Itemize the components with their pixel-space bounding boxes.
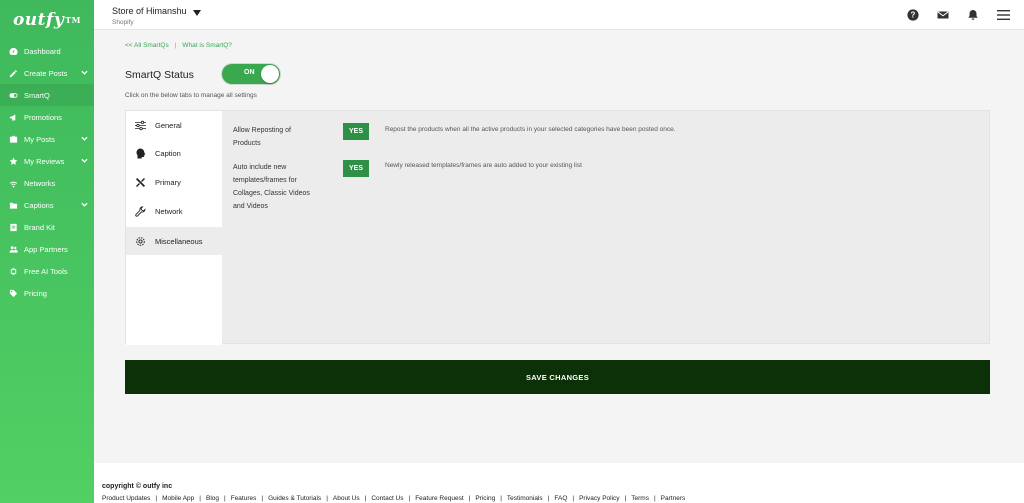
wifi-icon [8,178,18,188]
gear-icon [134,235,146,247]
save-changes-button[interactable]: SAVE CHANGES [125,360,990,394]
footer: copyright © outfy inc Product Updates | M… [94,463,1024,503]
mail-icon[interactable] [937,9,949,21]
toggle-knob [261,65,279,83]
sidebar-item-app-partners[interactable]: App Partners [0,238,94,260]
copyright: copyright © outfy inc [102,483,173,490]
sidebar-item-dashboard[interactable]: Dashboard [0,40,94,62]
sidebar-item-free-ai-tools[interactable]: Free AI Tools [0,260,94,282]
sidebar-item-promotions[interactable]: Promotions [0,106,94,128]
sidebar-item-smartq[interactable]: SmartQ [0,84,94,106]
sidebar-item-networks[interactable]: Networks [0,172,94,194]
footer-link-testimonials[interactable]: Testimonials [507,495,543,502]
footer-link-contact-us[interactable]: Contact Us [371,495,403,502]
option-label-auto-include: Auto include new templates/frames for Co… [233,164,310,210]
smartq-status-toggle[interactable]: ON [222,64,280,84]
chevron-down-icon[interactable] [81,201,88,208]
settings-panel: General Caption Primary Network Miscella… [125,110,990,345]
brand-kit-icon [8,222,18,232]
chevron-down-icon[interactable] [81,69,88,76]
sidebar-item-brand-kit[interactable]: Brand Kit [0,216,94,238]
footer-link-features[interactable]: Features [231,495,257,502]
briefcase-icon [8,134,18,144]
footer-link-blog[interactable]: Blog [206,495,219,502]
head-icon [134,147,146,159]
toggle-icon [8,90,18,100]
chevron-down-icon[interactable] [81,135,88,142]
tab-primary[interactable]: Primary [126,168,222,196]
top-icons: ? [907,9,1010,21]
footer-link-privacy-policy[interactable]: Privacy Policy [579,495,619,502]
chevron-down-icon[interactable] [81,157,88,164]
topbar: Store of Himanshu Shopify ? [94,0,1024,30]
sidebar-item-pricing[interactable]: Pricing [0,282,94,304]
auto-include-yes-button[interactable]: YES [343,160,369,177]
sidebar: outfy TM Dashboard Create Posts SmartQ Pr… [0,0,94,503]
menu-icon[interactable] [997,9,1010,21]
store-platform: Shopify [112,19,134,26]
allow-reposting-yes-button[interactable]: YES [343,123,369,140]
footer-link-partners[interactable]: Partners [661,495,686,502]
footer-link-faq[interactable]: FAQ [554,495,567,502]
option-desc-auto-include: Newly released templates/frames are auto… [385,162,582,169]
store-selector[interactable]: Store of Himanshu [112,6,201,16]
outfy-logo[interactable]: outfy TM [0,0,94,40]
tag-icon [8,288,18,298]
footer-link-terms[interactable]: Terms [631,495,649,502]
what-is-smartq-link[interactable]: What is SmartQ? [182,42,231,49]
sidebar-item-captions[interactable]: Captions [0,194,94,216]
users-icon [8,244,18,254]
main-content: << All SmartQs | What is SmartQ? SmartQ … [94,30,1024,463]
folder-icon [8,200,18,210]
sidebar-item-my-reviews[interactable]: My Reviews [0,150,94,172]
ai-icon [8,266,18,276]
tab-network[interactable]: Network [126,197,222,225]
star-icon [8,156,18,166]
all-smartqs-link[interactable]: << All SmartQs [125,42,169,49]
bell-icon[interactable] [967,9,979,21]
help-icon[interactable]: ? [907,9,919,21]
sidebar-nav: Dashboard Create Posts SmartQ Promotions… [0,40,94,304]
caret-down-icon [192,8,201,16]
svg-text:?: ? [911,11,916,20]
sidebar-item-my-posts[interactable]: My Posts [0,128,94,150]
smartq-status-label: SmartQ Status [125,69,194,81]
footer-link-about-us[interactable]: About Us [333,495,360,502]
megaphone-icon [8,112,18,122]
dashboard-icon [8,46,18,56]
sliders-icon [134,119,146,131]
tools-icon [134,176,146,188]
footer-links: Product Updates | Mobile App | Blog | Featu… [102,495,686,502]
option-label-allow-reposting: Allow Reposting of Products [233,127,291,147]
option-desc-allow-reposting: Repost the products when all the active … [385,126,676,133]
tab-caption[interactable]: Caption [126,139,222,167]
sidebar-item-create-posts[interactable]: Create Posts [0,62,94,84]
tab-general[interactable]: General [126,111,222,139]
footer-link-product-updates[interactable]: Product Updates [102,495,150,502]
wrench-icon [134,205,146,217]
settings-tabs: General Caption Primary Network Miscella… [126,111,222,345]
pencil-icon [8,68,18,78]
footer-link-guides[interactable]: Guides & Tutorials [268,495,321,502]
tab-miscellaneous[interactable]: Miscellaneous [126,227,222,255]
settings-hint: Click on the below tabs to manage all se… [125,92,257,99]
breadcrumb: << All SmartQs | What is SmartQ? [125,42,232,49]
footer-link-mobile-app[interactable]: Mobile App [162,495,194,502]
footer-link-feature-request[interactable]: Feature Request [415,495,463,502]
footer-link-pricing[interactable]: Pricing [475,495,495,502]
